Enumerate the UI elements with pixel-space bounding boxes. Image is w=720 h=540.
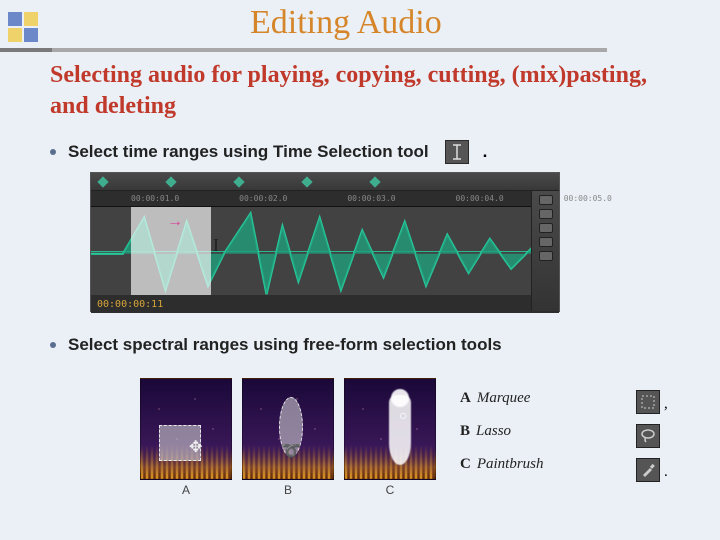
time-selection-tool-icon <box>445 140 469 164</box>
tool-legend: A Marquee B Lasso C Paintbrush <box>460 390 544 489</box>
page-title: Editing Audio <box>250 4 442 42</box>
period: . <box>483 142 488 162</box>
comma: , <box>664 396 668 413</box>
bullet-text: Select spectral ranges using free-form s… <box>68 335 502 355</box>
bullet-dot-icon <box>50 149 56 155</box>
ibeam-cursor-icon: I <box>213 235 219 256</box>
header-rule-left <box>0 48 52 52</box>
marquee-selection-icon <box>159 425 201 461</box>
bullet-spectral-selection: Select spectral ranges using free-form s… <box>50 335 502 355</box>
waveform-timecode: 00:00:00:11 <box>91 295 559 313</box>
bullet-time-selection: Select time ranges using Time Selection … <box>50 140 487 164</box>
bullet-dot-icon <box>50 342 56 348</box>
arrow-icon: → <box>167 213 183 231</box>
paintbrush-tool-icon <box>636 458 660 482</box>
bullet-text: Select time ranges using Time Selection … <box>68 142 429 162</box>
header-rule-right <box>52 48 607 52</box>
section-heading: Selecting audio for playing, copying, cu… <box>50 60 670 122</box>
marquee-tool-icon <box>636 390 660 414</box>
spectral-example-c: ○ C <box>344 378 436 498</box>
spectral-example-a: ✥ A <box>140 378 232 498</box>
paintbrush-selection-icon <box>389 395 411 465</box>
spectral-example-b: ➰ B <box>242 378 334 498</box>
lasso-selection-icon <box>279 397 303 457</box>
waveform-screenshot: 00:00:01.0 00:00:02.0 00:00:03.0 00:00:0… <box>90 172 560 312</box>
lasso-tool-icon <box>636 424 660 448</box>
spectral-examples: ✥ A ➰ B ○ C <box>140 378 436 498</box>
slide-corner-logo <box>8 12 44 48</box>
period: . <box>664 464 668 481</box>
